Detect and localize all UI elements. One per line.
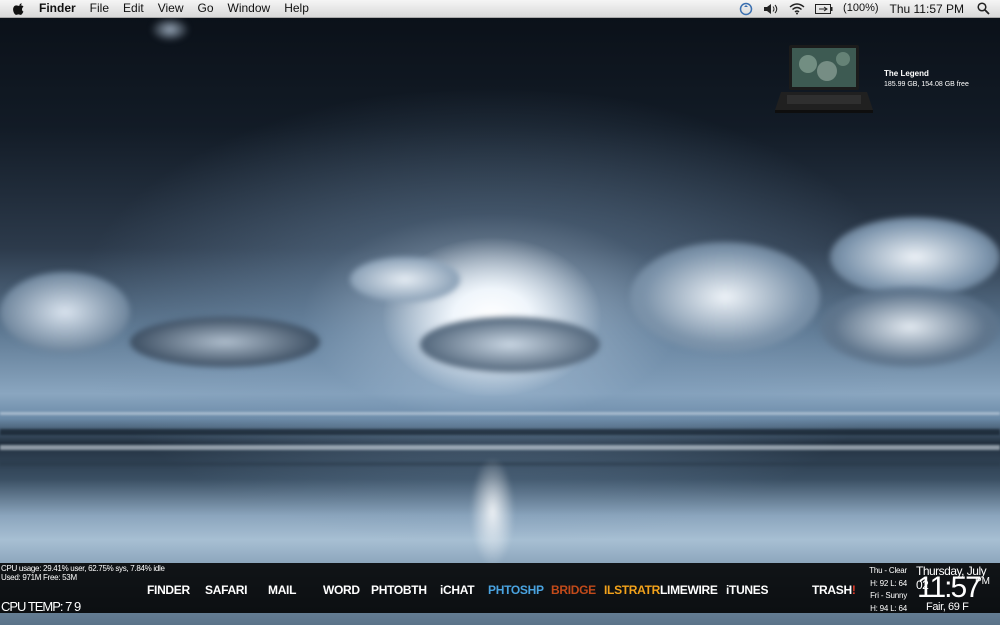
weather-today: Thu - Clear: [869, 566, 907, 575]
wave: [0, 445, 1000, 450]
menu-edit[interactable]: Edit: [116, 0, 151, 17]
sync-icon[interactable]: [739, 2, 753, 16]
dock-mail[interactable]: MAIL: [268, 583, 296, 597]
menu-help[interactable]: Help: [277, 0, 316, 17]
weather-today-temps: H: 92 L: 64: [870, 579, 907, 588]
battery-percent: (100%): [843, 2, 879, 14]
dock-photoshop[interactable]: PHTOSHP: [488, 583, 544, 597]
dock-illustrator[interactable]: ILSTRATR: [604, 583, 660, 597]
wave: [0, 412, 1000, 415]
cloud: [630, 242, 820, 352]
drive-info: 185.99 GB, 154.08 GB free: [884, 81, 969, 88]
cpu-usage-text: CPU usage: 29.41% user, 62.75% sys, 7.84…: [1, 564, 165, 573]
menu-bar: Finder File Edit View Go Window Help (10…: [0, 0, 1000, 18]
dock-trash-label: TRASH: [812, 583, 852, 597]
ampm-text: PM: [975, 576, 990, 587]
drive-name: The Legend: [884, 69, 929, 78]
cloud: [350, 257, 460, 302]
cloud: [820, 287, 1000, 367]
memory-usage-text: Used: 971M Free: 53M: [1, 573, 77, 582]
big-clock: 11:57: [917, 571, 982, 604]
cloud: [150, 17, 190, 42]
dock-bridge[interactable]: BRIDGE: [551, 583, 596, 597]
dock-ichat[interactable]: iCHAT: [440, 583, 475, 597]
menu-clock[interactable]: Thu 11:57 PM: [890, 2, 964, 16]
dock-itunes[interactable]: iTUNES: [726, 583, 769, 597]
cloud: [130, 317, 320, 367]
dock-photobooth[interactable]: PHTOBTH: [371, 583, 427, 597]
sun-reflection: [470, 457, 515, 567]
menu-app-name[interactable]: Finder: [32, 0, 83, 17]
weather-tomorrow-temps: H: 94 L: 64: [870, 604, 907, 613]
menu-window[interactable]: Window: [221, 0, 278, 17]
cpu-temp-text: CPU TEMP: 7 9: [1, 599, 81, 614]
spotlight-search-icon[interactable]: [977, 2, 990, 15]
dock-safari[interactable]: SAFARI: [205, 583, 248, 597]
wave: [0, 429, 1000, 435]
dock-word[interactable]: WORD: [323, 583, 360, 597]
battery-icon[interactable]: [815, 3, 833, 14]
menu-extras: (100%) Thu 11:57 PM: [734, 0, 1000, 17]
menu-view[interactable]: View: [151, 0, 191, 17]
cloud: [0, 272, 130, 352]
dock-finder[interactable]: FINDER: [147, 583, 190, 597]
weather-tomorrow: Fri - Sunny: [870, 591, 907, 600]
cloud: [420, 317, 600, 372]
laptop-drive-icon[interactable]: [775, 44, 873, 114]
apple-icon[interactable]: [12, 2, 26, 16]
cloud: [830, 217, 1000, 297]
menu-go[interactable]: Go: [191, 0, 221, 17]
dock-trash[interactable]: TRASH!: [812, 583, 856, 597]
dock-limewire[interactable]: LIMEWIRE: [660, 583, 718, 597]
volume-icon[interactable]: [763, 3, 779, 15]
menu-file[interactable]: File: [83, 0, 116, 17]
wifi-icon[interactable]: [789, 2, 805, 15]
current-weather: Fair, 69 F: [926, 601, 969, 613]
